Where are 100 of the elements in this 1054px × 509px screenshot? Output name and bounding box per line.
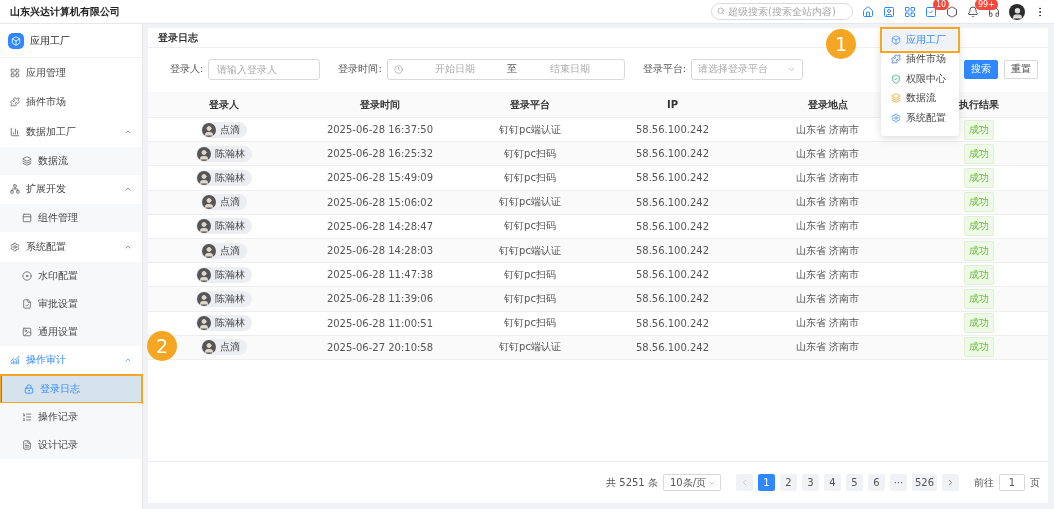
sidebar-item[interactable]: 数据流 [0,146,142,175]
panel-icon [22,213,32,223]
headset-icon [988,5,1000,18]
user-chip: 点滴 [201,242,247,259]
table-cell: 山东省 济南市 [795,243,860,258]
page-size-select[interactable]: 10条/页 [662,474,721,491]
page-button[interactable]: 2 [779,474,797,491]
table-cell: 58.56.100.242 [635,293,710,305]
table-cell: 山东省 济南市 [795,146,860,161]
settings-icon [891,112,901,123]
filter-label: 登录平台: [642,62,687,76]
column-header: 登录人 [209,97,239,112]
image-icon [22,326,32,337]
cube-icon [8,32,24,49]
avatar-icon [202,195,216,210]
goto-field[interactable]: 1 [999,474,1025,491]
page-button[interactable]: 6 [867,474,885,491]
check-icon [925,5,937,18]
user-chip: 点滴 [201,339,247,356]
contact-icon [883,5,895,18]
column-header: 执行结果 [959,97,999,112]
bar-chart-icon [10,126,20,137]
table-cell: 钉钉pc扫码 [504,267,556,282]
avatar-icon [197,267,211,282]
puzzle-icon [891,54,901,65]
status-tag: 成功 [964,240,994,261]
table-cell: 钉钉pc扫码 [504,316,556,331]
user-chip: 陈瀚林 [196,218,252,235]
avatar-icon [202,243,216,258]
menu-item[interactable]: 权限中心 [883,69,957,89]
table-cell: 山东省 济南市 [795,219,860,234]
table-cell: 58.56.100.242 [635,196,710,208]
menu-item[interactable]: 系统配置 [883,108,957,128]
menu-item[interactable]: 插件市场 [883,49,957,69]
chevron-right-icon [946,478,955,487]
column-header: 登录时间 [360,97,400,112]
puzzle-icon [10,97,20,108]
filter-label: 登录时间: [338,62,382,76]
home-icon [862,5,874,18]
user-avatar[interactable] [1009,3,1025,20]
column-header: IP [666,99,679,110]
reset-button[interactable]: 重置 [1004,59,1038,79]
status-tag: 成功 [964,143,994,164]
table-cell: 58.56.100.242 [635,148,710,160]
status-tag: 成功 [964,216,994,237]
menu-item[interactable]: 数据流 [883,88,957,108]
table-cell: 58.56.100.242 [635,124,710,136]
status-tag: 成功 [964,313,994,334]
status-tag: 成功 [964,264,994,285]
file-check-icon [22,298,32,309]
page-button[interactable]: 3 [801,474,819,491]
table-cell: 2025-06-28 14:28:03 [326,245,434,257]
sidebar-item[interactable]: 操作记录 [0,403,142,431]
status-tag: 成功 [964,288,994,309]
sidebar-item[interactable]: 水印配置 [0,261,142,290]
table-cell: 2025-06-28 15:06:02 [326,196,434,208]
table-cell: 山东省 济南市 [795,195,860,210]
avatar-icon [197,316,211,331]
sidebar-item[interactable]: 审批设置 [0,289,142,318]
goto-suffix: 页 [1030,475,1040,490]
table-cell: 钉钉pc扫码 [504,219,556,234]
avatar-icon [197,146,211,161]
table-cell: 58.56.100.242 [635,220,710,232]
user-chip: 陈瀚林 [196,266,252,283]
table-cell: 钉钉pc端认证 [499,122,561,137]
sidebar-item[interactable]: 组件管理 [0,204,142,232]
table-cell: 山东省 济南市 [795,122,860,137]
table-cell: 2025-06-28 15:49:09 [326,172,434,184]
shield-icon [891,73,901,84]
table-cell: 2025-06-27 20:10:58 [326,341,434,353]
user-chip: 陈瀚林 [196,315,252,332]
page-button[interactable]: 4 [823,474,841,491]
page-button[interactable]: ··· [889,474,907,491]
table-cell: 58.56.100.242 [635,341,710,353]
avatar-icon [202,122,216,137]
next-page-button[interactable] [942,474,959,491]
prev-page-button[interactable] [735,474,753,491]
page-button[interactable]: 526 [911,474,937,491]
page-button[interactable]: 5 [845,474,863,491]
layers-icon [891,93,901,104]
table-cell: 山东省 济南市 [795,340,860,355]
input-field[interactable]: 请输入登录人 [208,58,321,80]
user-chip: 陈瀚林 [196,145,252,162]
status-tag: 成功 [964,337,994,358]
table-cell: 山东省 济南市 [795,291,860,306]
user-chip: 点滴 [201,194,247,211]
settings-icon [10,241,20,252]
search-field[interactable]: 超级搜索(搜索全站内容) [711,3,853,20]
count-badge: 10 [933,0,950,10]
clock-icon [393,64,403,74]
date-range-field[interactable]: 开始日期 至 结束日期 [386,58,625,80]
file-icon [22,440,32,450]
table-cell: 山东省 济南市 [795,316,860,331]
network-icon [10,184,20,195]
sidebar-item[interactable]: 通用设置 [0,317,142,346]
avatar-icon [197,291,211,306]
table-cell: 钉钉pc扫码 [504,170,556,185]
disc-icon [22,270,32,281]
table-cell: 58.56.100.242 [635,269,710,281]
sidebar-item[interactable]: 设计记录 [0,431,142,459]
